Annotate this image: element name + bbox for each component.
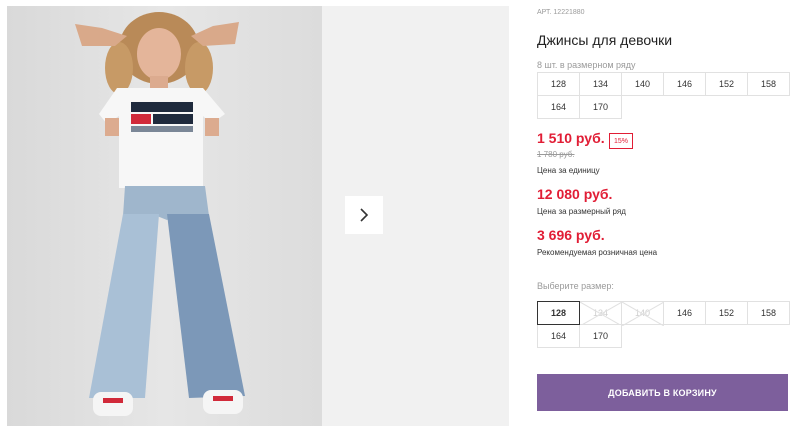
- retail-price: 3 696 руб.: [537, 227, 605, 243]
- size-option[interactable]: 164: [537, 324, 580, 348]
- size-row-cell: 140: [621, 72, 664, 96]
- row-price: 12 080 руб.: [537, 186, 613, 202]
- size-option[interactable]: 152: [705, 301, 748, 325]
- product-photo[interactable]: [7, 6, 322, 426]
- size-row-cell: 158: [747, 72, 790, 96]
- size-row-grid: 128 134 140 146 152 158 164 170: [537, 72, 790, 119]
- size-row-cell: 134: [579, 72, 622, 96]
- choose-size-label: Выберите размер:: [537, 281, 614, 291]
- size-row-cell: 146: [663, 72, 706, 96]
- size-option[interactable]: 170: [579, 324, 622, 348]
- model-illustration: [75, 12, 245, 416]
- article-number: АРТ. 12221880: [537, 9, 585, 16]
- unavailable-cross-icon: [622, 302, 664, 326]
- size-option-disabled: 134: [579, 301, 622, 326]
- size-option[interactable]: 158: [747, 301, 790, 325]
- next-image-button[interactable]: [345, 196, 383, 234]
- old-price: 1 780 руб.: [537, 150, 575, 159]
- size-option[interactable]: 146: [663, 301, 706, 325]
- size-selector: 128 134 140 146 152 158 164 170: [537, 301, 790, 348]
- product-gallery: [0, 0, 509, 428]
- size-row-cell: 164: [537, 95, 580, 119]
- unit-price: 1 510 руб.: [537, 130, 605, 146]
- unavailable-cross-icon: [580, 302, 622, 326]
- size-row-cell: 170: [579, 95, 622, 119]
- product-info: АРТ. 12221880 Джинсы для девочки 8 шт. в…: [537, 0, 800, 428]
- size-option[interactable]: 128: [537, 301, 580, 325]
- discount-badge: 15%: [609, 133, 633, 149]
- add-to-cart-button[interactable]: ДОБАВИТЬ В КОРЗИНУ: [537, 374, 788, 411]
- product-title: Джинсы для девочки: [537, 32, 673, 48]
- retail-price-label: Рекомендуемая розничная цена: [537, 248, 658, 257]
- size-option-disabled: 140: [621, 301, 664, 326]
- chevron-right-icon: [360, 208, 369, 222]
- size-row-quantity: 8 шт. в размерном ряду: [537, 60, 636, 70]
- row-price-label: Цена за размерный ряд: [537, 207, 626, 216]
- unit-price-label: Цена за единицу: [537, 166, 600, 175]
- size-row-cell: 152: [705, 72, 748, 96]
- size-row-cell: 128: [537, 72, 580, 96]
